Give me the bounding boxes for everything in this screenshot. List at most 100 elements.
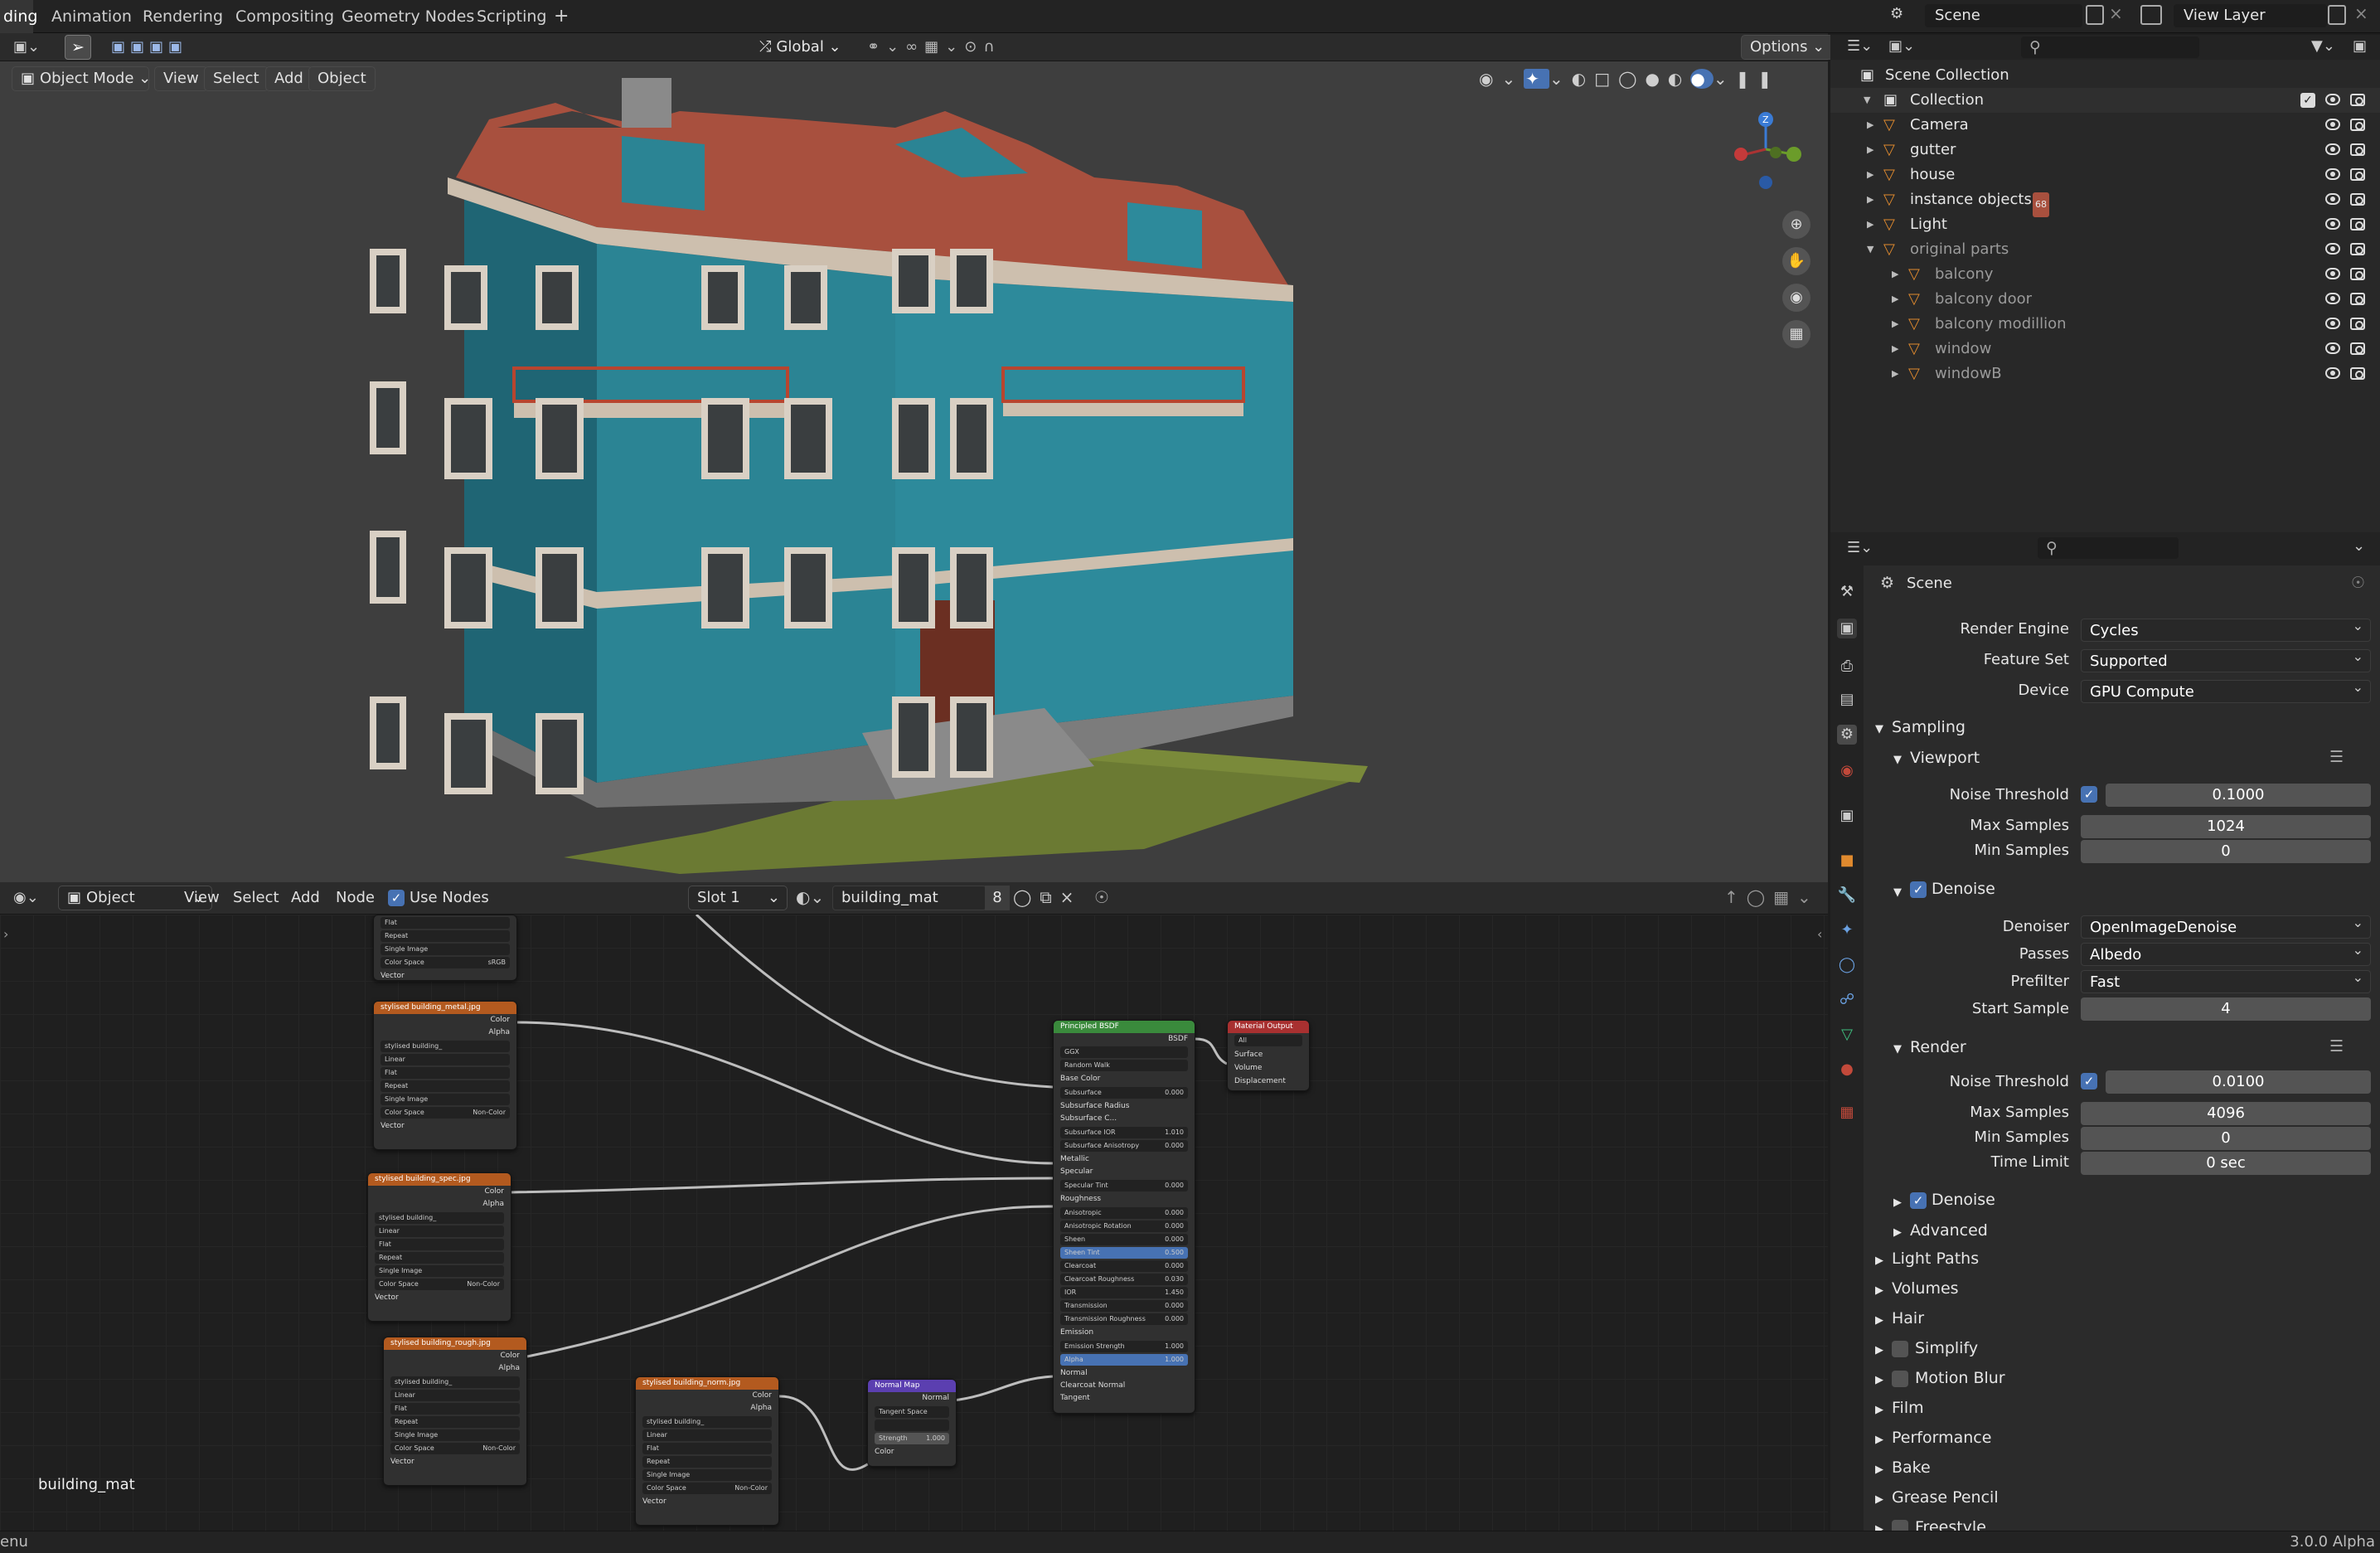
node-field[interactable]: Flat	[381, 917, 510, 929]
start-sample-field[interactable]: 4	[2081, 997, 2371, 1021]
expand-arrow-icon[interactable]: ▼	[1867, 237, 1873, 262]
tab-rendering[interactable]: Rendering	[139, 0, 226, 33]
source-field[interactable]: Single Image	[381, 1094, 510, 1105]
vp-denoise-checkbox[interactable]: ✓	[1910, 881, 1927, 898]
material-browse-icon[interactable]: ◐⌄	[796, 887, 824, 907]
panel-checkbox[interactable]	[1892, 1370, 1908, 1387]
filter-icon[interactable]: ▼⌄	[2311, 37, 2335, 55]
tab-scripting[interactable]: Scripting	[473, 0, 550, 33]
material-actions-icons[interactable]: ◯⧉×	[1013, 887, 1082, 907]
snap-proportional-icons[interactable]: ⚭⌄∞▦⌄⊙∩	[867, 36, 1033, 58]
target-field[interactable]: All	[1234, 1035, 1302, 1046]
visibility-eye-icon[interactable]	[2325, 94, 2340, 105]
slot-dropdown[interactable]: Slot 1 ⌄	[688, 886, 788, 910]
r-noise-threshold-checkbox[interactable]: ✓	[2081, 1073, 2097, 1090]
feature-set-dropdown[interactable]: Supported	[2081, 645, 2371, 672]
visibility-eye-icon[interactable]	[2325, 268, 2340, 279]
outliner-item[interactable]: ▶ ▽ Light	[1830, 212, 2380, 237]
new-collection-icon[interactable]: ▣	[2353, 37, 2367, 55]
material-output-node[interactable]: Material Output All Surface Volume Displ…	[1227, 1020, 1310, 1091]
image-selector[interactable]: stylised building_	[381, 1041, 510, 1052]
prefilter-dropdown[interactable]: Fast	[2081, 966, 2371, 993]
node-add-menu[interactable]: Add	[291, 886, 320, 910]
projection-field[interactable]: Flat	[642, 1443, 772, 1454]
render-camera-icon[interactable]	[2350, 94, 2365, 106]
new-scene-icon[interactable]	[2086, 5, 2104, 25]
panel-header[interactable]: ▶ Simplify	[1875, 1339, 1978, 1357]
bsdf-input[interactable]: Transmission Roughness 0.000	[1060, 1313, 1188, 1325]
visibility-eye-icon[interactable]	[2325, 193, 2340, 205]
object-tab-icon[interactable]: ■	[1837, 851, 1857, 871]
display-mode-icon[interactable]: ▣⌄	[1888, 37, 1915, 55]
material-name-field[interactable]: building_mat	[832, 886, 986, 910]
panel-checkbox[interactable]	[1892, 1340, 1908, 1357]
render-camera-icon[interactable]	[2350, 193, 2365, 206]
r-min-samples-field[interactable]: 0	[2081, 1127, 2371, 1150]
expand-arrow-icon[interactable]: ▶	[1867, 163, 1873, 187]
perspective-grid-icon[interactable]: ▦	[1782, 320, 1810, 348]
collection-tab-icon[interactable]: ▣	[1837, 806, 1857, 826]
visibility-eye-icon[interactable]	[2325, 342, 2340, 354]
sampling-panel-header[interactable]: ▼ Sampling	[1875, 718, 1966, 736]
node-select-menu[interactable]: Select	[233, 886, 279, 910]
bsdf-input[interactable]: Specular Tint 0.000	[1060, 1180, 1188, 1191]
bsdf-input[interactable]: Alpha 1.000	[1060, 1354, 1188, 1366]
visibility-eye-icon[interactable]	[2325, 168, 2340, 180]
extension-field[interactable]: Repeat	[390, 1416, 520, 1428]
add-menu[interactable]: Add	[265, 66, 313, 91]
modifier-tab-icon[interactable]: 🔧	[1837, 886, 1857, 905]
extension-field[interactable]: Repeat	[642, 1456, 772, 1468]
vp-max-samples-field[interactable]: 1024	[2081, 815, 2371, 838]
visibility-eye-icon[interactable]	[2325, 119, 2340, 130]
source-field[interactable]: Single Image	[390, 1429, 520, 1441]
panel-header[interactable]: ▶ Hair	[1875, 1309, 1924, 1327]
panel-header[interactable]: ▶ Film	[1875, 1399, 1924, 1417]
particles-tab-icon[interactable]: ✦	[1837, 920, 1857, 940]
scene-field[interactable]: Scene	[1925, 4, 2082, 27]
expand-arrow-icon[interactable]: ▶	[1892, 312, 1898, 337]
device-dropdown[interactable]: GPU Compute	[2081, 676, 2371, 703]
render-camera-icon[interactable]	[2350, 243, 2365, 255]
render-camera-icon[interactable]	[2350, 143, 2365, 156]
projection-field[interactable]: Flat	[390, 1403, 520, 1415]
denoiser-dropdown[interactable]: OpenImageDenoise	[2081, 911, 2371, 939]
data-tab-icon[interactable]: ▽	[1837, 1025, 1857, 1045]
close-icon[interactable]: ×	[2109, 3, 2123, 23]
object-menu[interactable]: Object	[308, 66, 376, 91]
expand-arrow-icon[interactable]: ▶	[1892, 262, 1898, 287]
visibility-eye-icon[interactable]	[2325, 293, 2340, 304]
source-field[interactable]: Single Image	[375, 1265, 504, 1277]
node-field[interactable]: Single Image	[381, 944, 510, 955]
subsurface-method-field[interactable]: Random Walk	[1060, 1060, 1188, 1071]
visibility-eye-icon[interactable]	[2325, 367, 2340, 379]
outliner-item[interactable]: ▶ ▽ instance objects 68	[1830, 187, 2380, 217]
interpolation-field[interactable]: Linear	[642, 1429, 772, 1441]
panel-header[interactable]: ▶ Volumes	[1875, 1279, 1959, 1298]
remove-view-layer-icon[interactable]: ×	[2354, 3, 2368, 23]
new-view-layer-icon[interactable]	[2328, 5, 2346, 25]
scene-tab-icon[interactable]: ⚙	[1837, 725, 1857, 745]
render-camera-icon[interactable]	[2350, 119, 2365, 131]
constraints-tab-icon[interactable]: ☍	[1837, 990, 1857, 1010]
expand-arrow-icon[interactable]: ▶	[1867, 212, 1873, 237]
interpolation-field[interactable]: Linear	[381, 1054, 510, 1065]
bsdf-input[interactable]: Anisotropic 0.000	[1060, 1207, 1188, 1219]
render-camera-icon[interactable]	[2350, 318, 2365, 330]
pan-hand-icon[interactable]: ✋	[1782, 247, 1810, 275]
vp-noise-threshold-checkbox[interactable]: ✓	[2081, 786, 2097, 803]
outliner-item[interactable]: ▶ ▽ Camera	[1830, 113, 2380, 138]
outliner-item[interactable]: ▶ ▽ balcony door	[1830, 287, 2380, 312]
image-texture-node-spec[interactable]: stylised building_spec.jpg Color Alpha s…	[367, 1172, 511, 1322]
node-editor-canvas[interactable]: Flat Repeat Single Image Color Space sRGB…	[0, 915, 1828, 1531]
outliner-search[interactable]: ⚲	[2021, 36, 2199, 58]
image-selector[interactable]: stylised building_	[642, 1416, 772, 1428]
texture-tab-icon[interactable]: ▦	[1837, 1103, 1857, 1123]
presets-list-icon[interactable]: ☰	[2329, 1037, 2344, 1056]
image-texture-node-metal[interactable]: stylised building_metal.jpg Color Alpha …	[373, 1001, 517, 1150]
chevron-down-icon[interactable]: ⌄	[2353, 537, 2365, 555]
outliner-item[interactable]: ▶ ▽ gutter	[1830, 138, 2380, 163]
r-noise-threshold-field[interactable]: 0.0100	[2106, 1070, 2371, 1094]
bsdf-input[interactable]: Subsurface 0.000	[1060, 1087, 1188, 1099]
bsdf-input[interactable]: Clearcoat 0.000	[1060, 1260, 1188, 1272]
interpolation-field[interactable]: Linear	[375, 1225, 504, 1237]
